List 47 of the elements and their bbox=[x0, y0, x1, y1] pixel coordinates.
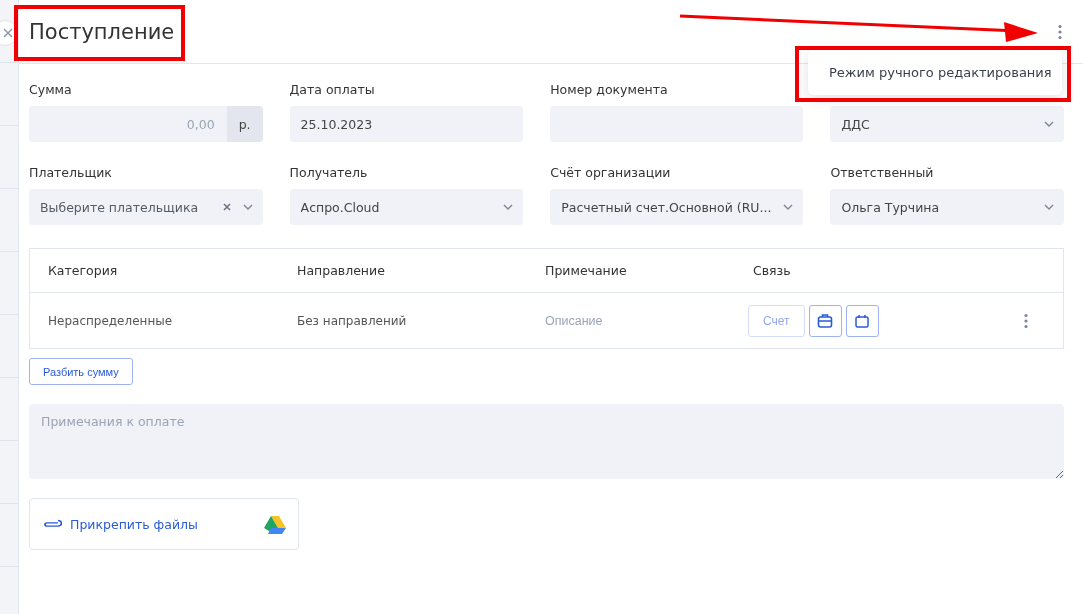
select-field[interactable]: Аспро.Cloud bbox=[289, 189, 524, 225]
field-label: Счёт организации bbox=[550, 165, 672, 182]
chevron-down-icon[interactable] bbox=[242, 204, 253, 210]
split-amount-button[interactable]: Разбить сумму bbox=[29, 358, 133, 385]
clear-icon[interactable] bbox=[222, 203, 231, 211]
column-header: Примечание bbox=[545, 263, 628, 278]
calendar-icon bbox=[855, 313, 870, 328]
page-title: Поступление bbox=[29, 19, 175, 44]
select-field[interactable]: ДДС bbox=[830, 106, 1064, 142]
input-field[interactable]: 25.10.2023 bbox=[289, 106, 524, 142]
chevron-down-icon[interactable] bbox=[1044, 204, 1054, 210]
field-label: Номер документа bbox=[550, 82, 669, 99]
currency-label: р. bbox=[226, 106, 263, 142]
drive-icon[interactable] bbox=[264, 514, 286, 534]
table-cell-text: Нераспределенные bbox=[48, 313, 174, 328]
attach-files-link[interactable]: Прикрепить файлы bbox=[70, 516, 256, 532]
select-field[interactable]: Ольга Турчина bbox=[830, 189, 1064, 225]
select-placeholder: Выберите плательщика bbox=[40, 199, 200, 215]
select-field[interactable]: Расчетный счет.Основной (RU... bbox=[550, 189, 804, 225]
field-label: Плательщик bbox=[29, 165, 113, 182]
column-header: Категория bbox=[48, 263, 119, 278]
field-label: Сумма bbox=[29, 82, 73, 99]
select-field[interactable]: Выберите плательщика bbox=[29, 189, 263, 225]
field-label: Дата оплаты bbox=[289, 82, 376, 99]
chevron-down-icon[interactable] bbox=[503, 204, 514, 210]
note-input[interactable]: Описание bbox=[545, 313, 725, 328]
notes-field[interactable]: Примечания к оплате bbox=[29, 404, 1064, 479]
select-value: Расчетный счет.Основной (RU... bbox=[561, 199, 772, 215]
chevron-down-icon[interactable] bbox=[783, 204, 794, 210]
column-header: Связь bbox=[753, 263, 792, 278]
paperclip-icon bbox=[42, 519, 62, 529]
briefcase-button[interactable] bbox=[808, 304, 842, 337]
calendar-button[interactable] bbox=[845, 304, 879, 337]
close-icon bbox=[3, 28, 13, 38]
chevron-down-icon[interactable] bbox=[1044, 121, 1054, 127]
more-icon[interactable] bbox=[1023, 312, 1029, 329]
table-cell-text: Без направлений bbox=[297, 313, 408, 328]
column-header: Направление bbox=[297, 263, 386, 278]
select-value: Аспро.Cloud bbox=[300, 199, 381, 215]
amount-field[interactable]: 0,00 bbox=[29, 106, 227, 142]
more-icon[interactable] bbox=[1057, 23, 1063, 40]
field-label: Ответственный bbox=[830, 165, 935, 182]
field-label: Получатель bbox=[289, 165, 369, 182]
select-value: ДДС bbox=[841, 116, 871, 132]
select-value: Ольга Турчина bbox=[841, 199, 941, 215]
briefcase-icon bbox=[817, 313, 834, 328]
menu-item[interactable]: Режим ручного редактирования bbox=[808, 56, 1062, 89]
